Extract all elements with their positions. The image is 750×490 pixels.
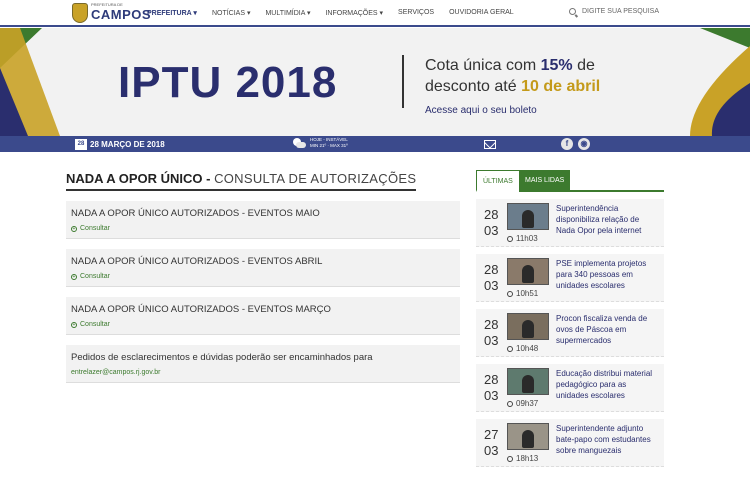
news-date: 28 03 (484, 372, 499, 403)
list-item: NADA A OPOR ÚNICO AUTORIZADOS - EVENTOS … (66, 201, 460, 239)
page-title: NADA A OPOR ÚNICO - CONSULTA DE AUTORIZA… (66, 171, 417, 191)
info-strip: 28 28 MARÇO DE 2018 HOJE - INSTÁVEL MIN … (0, 136, 750, 152)
banner-link[interactable]: Acesse aqui o seu boleto (425, 105, 537, 116)
news-item[interactable]: 28 03 10h48 Procon fiscaliza venda de ovo… (476, 309, 664, 357)
search-box[interactable]: DIGITE SUA PESQUISA (569, 8, 659, 15)
list-item: NADA A OPOR ÚNICO AUTORIZADOS - EVENTOS … (66, 249, 460, 287)
clock-icon (507, 400, 513, 407)
news-thumbnail[interactable] (507, 423, 549, 450)
list-item: NADA A OPOR ÚNICO AUTORIZADOS - EVENTOS … (66, 297, 460, 335)
consultar-link[interactable]: + Consultar (71, 225, 455, 232)
mail-icon[interactable] (484, 140, 496, 149)
news-date: 28 03 (484, 262, 499, 293)
nav-item-prefeitura[interactable]: PREFEITURA ▾ (147, 9, 197, 17)
news-date: 27 03 (484, 427, 499, 458)
news-headline[interactable]: Superintendência disponibiliza relação d… (556, 203, 660, 236)
consultar-link[interactable]: + Consultar (71, 273, 455, 280)
main-nav: PREFEITURA ▾ NOTÍCIAS ▾ MULTIMÍDIA ▾ INF… (147, 9, 529, 17)
news-date: 28 03 (484, 207, 499, 238)
weather-widget: HOJE - INSTÁVEL MIN 21º · MAX 31º (290, 137, 348, 149)
clock-icon (507, 290, 513, 297)
news-tabs: ÚLTIMAS MAIS LIDAS (476, 170, 664, 192)
item-heading: NADA A OPOR ÚNICO AUTORIZADOS - EVENTOS … (71, 304, 331, 315)
tab-mais-lidas[interactable]: MAIS LIDAS (519, 170, 571, 192)
search-icon[interactable] (569, 8, 576, 15)
news-headline[interactable]: Procon fiscaliza venda de ovos de Páscoa… (556, 313, 660, 346)
banner-offer: Cota única com 15% de desconto até 10 de… (425, 57, 601, 95)
clock-icon (507, 455, 513, 462)
news-sidebar: ÚLTIMAS MAIS LIDAS 28 03 11h03 Superinten… (476, 170, 664, 472)
plus-icon: + (71, 225, 77, 232)
facebook-icon[interactable]: f (561, 138, 573, 150)
calendar-icon: 28 (75, 139, 87, 150)
nav-item-servicos[interactable]: SERVIÇOS (398, 9, 434, 17)
tab-ultimas[interactable]: ÚLTIMAS (476, 170, 520, 192)
rss-icon[interactable]: ◉ (578, 138, 590, 150)
date-display: 28 28 MARÇO DE 2018 (75, 139, 165, 150)
top-bar: PREFEITURA DE CAMPOS PREFEITURA ▾ NOTÍCI… (0, 0, 750, 27)
news-time: 09h37 (507, 399, 538, 408)
news-time: 18h13 (507, 454, 538, 463)
clock-icon (507, 345, 513, 352)
crest-icon (72, 3, 88, 23)
news-item[interactable]: 28 03 09h37 Educação distribui material p… (476, 364, 664, 412)
news-thumbnail[interactable] (507, 258, 549, 285)
plus-icon: + (71, 273, 77, 280)
news-headline[interactable]: Educação distribui material pedagógico p… (556, 368, 660, 401)
clock-icon (507, 235, 513, 242)
search-input[interactable]: DIGITE SUA PESQUISA (582, 8, 659, 15)
logo-text: CAMPOS (91, 7, 152, 22)
item-heading: NADA A OPOR ÚNICO AUTORIZADOS - EVENTOS … (71, 208, 320, 219)
weather-icon (290, 137, 306, 149)
nav-item-ouvidoria[interactable]: OUVIDORIA GERAL (449, 9, 514, 17)
news-headline[interactable]: PSE implementa projetos para 340 pessoas… (556, 258, 660, 291)
info-box: Pedidos de esclarecimentos e dúvidas pod… (66, 345, 460, 383)
nav-item-informacoes[interactable]: INFORMAÇÕES ▾ (325, 9, 383, 17)
consultar-link[interactable]: + Consultar (71, 321, 455, 328)
news-time: 10h48 (507, 344, 538, 353)
news-thumbnail[interactable] (507, 368, 549, 395)
site-logo[interactable]: PREFEITURA DE CAMPOS (72, 3, 151, 23)
date-text: 28 MARÇO DE 2018 (90, 140, 165, 149)
news-item[interactable]: 28 03 10h51 PSE implementa projetos para … (476, 254, 664, 302)
news-headline[interactable]: Superintendente adjunto bate-papo com es… (556, 423, 660, 456)
news-item[interactable]: 27 03 18h13 Superintendente adjunto bate-… (476, 419, 664, 467)
iptu-banner[interactable]: IPTU 2018 Cota única com 15% de desconto… (0, 28, 750, 136)
news-thumbnail[interactable] (507, 313, 549, 340)
news-item[interactable]: 28 03 11h03 Superintendência disponibiliz… (476, 199, 664, 247)
banner-decoration (0, 28, 750, 136)
nav-item-noticias[interactable]: NOTÍCIAS ▾ (212, 9, 251, 17)
news-time: 10h51 (507, 289, 538, 298)
news-date: 28 03 (484, 317, 499, 348)
main-content: NADA A OPOR ÚNICO - CONSULTA DE AUTORIZA… (66, 170, 460, 383)
item-heading: NADA A OPOR ÚNICO AUTORIZADOS - EVENTOS … (71, 256, 323, 267)
email-link[interactable]: entrelazer@campos.rj.gov.br (71, 369, 455, 376)
info-text: Pedidos de esclarecimentos e dúvidas pod… (71, 352, 373, 363)
nav-item-multimidia[interactable]: MULTIMÍDIA ▾ (265, 9, 310, 17)
banner-title: IPTU 2018 (118, 58, 338, 107)
banner-divider (402, 55, 404, 108)
news-thumbnail[interactable] (507, 203, 549, 230)
news-time: 11h03 (507, 234, 538, 243)
weather-temps: MIN 21º · MAX 31º (310, 143, 348, 148)
plus-icon: + (71, 321, 77, 328)
